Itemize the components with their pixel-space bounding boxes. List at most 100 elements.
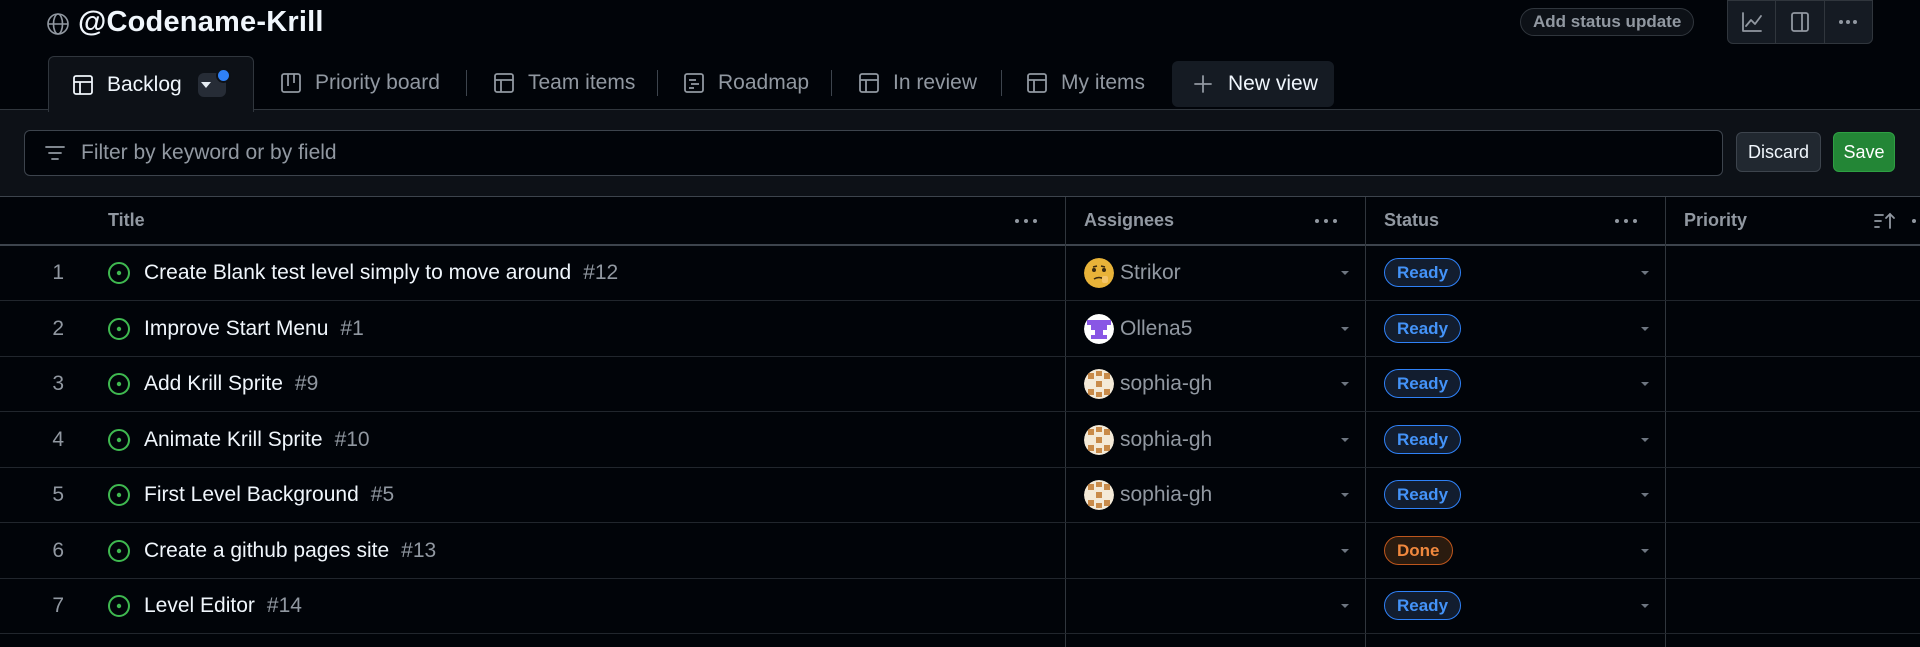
table-icon [859,73,879,93]
status-badge[interactable]: Ready [1384,424,1462,454]
roadmap-icon [684,73,704,93]
column-header-status[interactable]: Status [1384,197,1439,244]
table-icon [73,74,93,95]
table-row[interactable]: 5 First Level Background #5 sophia-gh Ready [0,467,1920,523]
status-badge[interactable]: Ready [1384,591,1462,620]
more-icon[interactable] [1825,1,1872,43]
chevron-down-icon[interactable] [1339,380,1351,388]
chevron-down-icon[interactable] [1639,602,1651,610]
tab-label: My items [1061,71,1145,94]
row-index: 5 [52,483,64,506]
assignee[interactable]: Strikor [1084,258,1181,288]
view-options-button[interactable] [197,67,231,97]
assignee[interactable]: sophia-gh [1084,480,1212,510]
row-index: 3 [52,372,64,395]
tab-label: Team items [528,71,636,94]
chevron-down-icon[interactable] [1639,436,1651,444]
avatar [1084,424,1114,455]
issue-title-text[interactable]: Improve Start Menu [144,317,328,340]
issue-title[interactable]: First Level Background #5 [144,467,394,522]
tab-label: In review [893,71,978,94]
filter-input[interactable]: Filter by keyword or by field [24,130,1723,176]
tab-backlog[interactable]: Backlog [48,56,254,112]
table-row[interactable]: 4 Animate Krill Sprite #10 sophia-gh Ready [0,412,1920,468]
tab-label: Backlog [107,72,182,96]
open-issue-icon [107,261,131,285]
table-header: Title Assignees Status Priority [0,197,1920,246]
issue-title[interactable]: Create Blank test level simply to move a… [144,245,618,300]
chevron-down-icon[interactable] [1639,380,1651,388]
table-row[interactable]: 3 Add Krill Sprite #9 sophia-gh Ready [0,356,1920,412]
table-icon [494,73,514,93]
chevron-down-icon[interactable] [1639,491,1651,499]
status-badge[interactable]: Ready [1384,369,1462,398]
issue-number: #1 [340,316,364,340]
chevron-down-icon[interactable] [1339,269,1351,277]
issue-title-text[interactable]: Create Blank test level simply to move a… [144,261,571,284]
assignee-name: sophia-gh [1120,483,1213,506]
add-status-update-button[interactable]: Add status update [1520,8,1695,36]
row-index: 2 [52,316,64,340]
status-badge[interactable]: Ready [1384,480,1462,509]
column-header-title[interactable]: Title [108,197,145,244]
column-menu-icon[interactable] [1312,207,1340,235]
new-view-button[interactable]: New view [1172,61,1334,107]
issue-title-text[interactable]: Add Krill Sprite [144,372,283,395]
issue-title[interactable]: Add Krill Sprite #9 [144,356,318,411]
board-icon [281,73,301,93]
page-title: @Codename-Krill [78,6,324,38]
open-issue-icon [107,594,131,618]
column-menu-icon[interactable] [1900,207,1920,235]
open-issue-icon [107,317,131,341]
issue-title[interactable]: Create a github pages site #13 [144,523,436,578]
filter-icon [45,146,65,160]
issue-title-text[interactable]: Animate Krill Sprite [144,428,323,451]
issue-number: #10 [334,427,370,451]
open-issue-icon [107,483,131,507]
chevron-down-icon[interactable] [1639,269,1651,277]
avatar [1084,313,1114,344]
assignee[interactable]: sophia-gh [1084,424,1212,455]
chevron-down-icon[interactable] [1339,602,1351,610]
status-badge[interactable]: Done [1384,535,1453,565]
issue-title[interactable]: Improve Start Menu #1 [144,301,364,356]
issue-title-text[interactable]: Create a github pages site [144,539,389,562]
table-row[interactable]: 6 Create a github pages site #13 Done [0,523,1920,579]
discard-button[interactable]: Discard [1736,132,1821,172]
issue-title-text[interactable]: Level Editor [144,594,255,617]
column-header-priority[interactable]: Priority [1684,197,1747,244]
issue-title-text[interactable]: First Level Background [144,483,359,506]
unsaved-indicator [215,67,231,83]
assignee-name: sophia-gh [1120,372,1213,395]
chevron-down-icon[interactable] [1639,547,1651,555]
chevron-down-icon[interactable] [1339,325,1351,333]
assignee[interactable]: sophia-gh [1084,369,1212,399]
sidebar-icon[interactable] [1776,1,1825,43]
tab-my-items[interactable]: My items [1025,56,1145,110]
sort-ascending-icon[interactable] [1872,207,1900,235]
status-badge[interactable]: Ready [1384,313,1462,343]
row-index: 1 [52,261,64,284]
issue-title[interactable]: Level Editor #14 [144,578,302,633]
tab-priority-board[interactable]: Priority board [279,56,440,110]
table-row[interactable]: 2 Improve Start Menu #1 Ollena5 Ready [0,301,1920,357]
column-menu-icon[interactable] [1612,207,1640,235]
issue-title[interactable]: Animate Krill Sprite #10 [144,412,370,467]
status-badge[interactable]: Ready [1384,258,1462,287]
save-button[interactable]: Save [1833,132,1895,172]
assignee[interactable]: Ollena5 [1084,313,1192,344]
chevron-down-icon[interactable] [1639,325,1651,333]
tab-in-review[interactable]: In review [857,56,977,110]
chevron-down-icon[interactable] [1339,547,1351,555]
filter-placeholder: Filter by keyword or by field [81,141,337,164]
table-row[interactable]: 7 Level Editor #14 Ready [0,578,1920,634]
column-menu-icon[interactable] [1012,207,1040,235]
column-header-assignees[interactable]: Assignees [1084,197,1174,244]
table-row[interactable]: 1 Create Blank test level simply to move … [0,245,1920,301]
chevron-down-icon[interactable] [1339,436,1351,444]
insights-icon[interactable] [1728,1,1777,43]
tab-roadmap[interactable]: Roadmap [682,56,809,110]
tab-team-items[interactable]: Team items [492,56,635,110]
row-index: 6 [52,538,64,562]
chevron-down-icon[interactable] [1339,491,1351,499]
